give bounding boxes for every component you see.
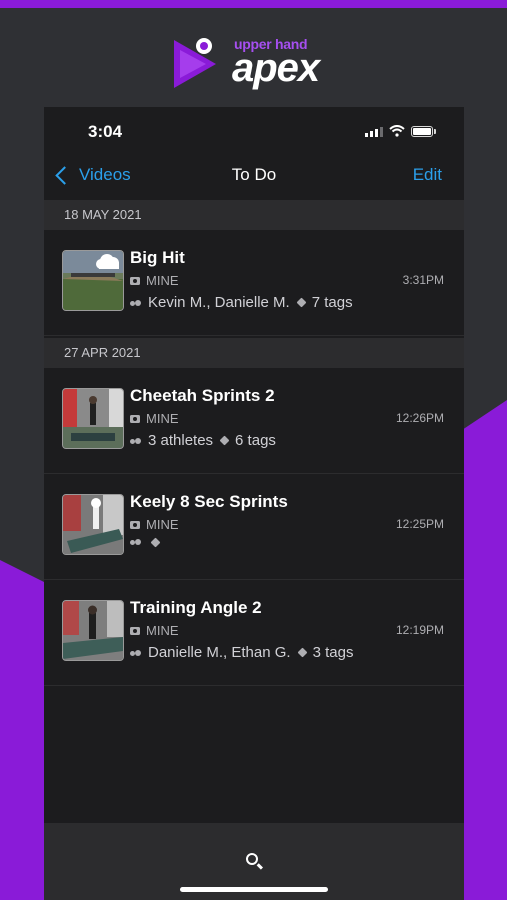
video-time: 3:31PM	[402, 273, 444, 287]
video-title: Training Angle 2	[130, 598, 262, 617]
athletes-icon	[130, 299, 142, 307]
video-meta: 3 athletes 6 tags	[130, 432, 276, 449]
section-header: 27 APR 2021	[44, 338, 464, 368]
camera-icon	[130, 520, 140, 529]
video-thumbnail	[62, 250, 124, 311]
owner-text: MINE	[146, 623, 179, 638]
tag-icon	[150, 537, 161, 547]
video-thumbnail	[62, 600, 124, 661]
edit-button[interactable]: Edit	[413, 165, 442, 185]
status-icons	[365, 125, 436, 137]
camera-icon	[130, 414, 140, 423]
athletes-text: Danielle M., Ethan G.	[148, 644, 291, 661]
video-thumbnail	[62, 494, 124, 555]
list-item[interactable]: Big Hit MINE Kevin M., Danielle M. 7 tag…	[44, 230, 464, 336]
athletes-icon	[130, 437, 142, 445]
phone-screen: 3:04 Videos To Do Edit 18 MAY 2021 Big H…	[44, 107, 464, 900]
signal-icon	[365, 126, 383, 137]
section-header: 18 MAY 2021	[44, 200, 464, 230]
video-meta: Danielle M., Ethan G. 3 tags	[130, 644, 353, 661]
list-item[interactable]: Cheetah Sprints 2 MINE 3 athletes 6 tags…	[44, 368, 464, 474]
battery-icon	[411, 125, 433, 137]
page-title: To Do	[231, 165, 277, 184]
list-item[interactable]: Keely 8 Sec Sprints MINE 12:25PM	[44, 474, 464, 580]
athletes-icon	[130, 649, 142, 657]
owner-label: MINE	[130, 517, 179, 532]
video-time: 12:26PM	[395, 411, 444, 425]
tags-text: 6 tags	[235, 432, 276, 449]
tag-icon	[296, 297, 307, 308]
owner-text: MINE	[146, 411, 179, 426]
video-title: Big Hit	[130, 248, 185, 267]
navigation-bar: Videos To Do Edit	[44, 153, 464, 197]
video-title: Cheetah Sprints 2	[130, 386, 275, 405]
athletes-text: Kevin M., Danielle M.	[148, 294, 290, 311]
athletes-text: 3 athletes	[148, 432, 214, 449]
owner-text: MINE	[146, 517, 179, 532]
status-time: 3:04	[88, 122, 123, 141]
owner-text: MINE	[146, 273, 179, 288]
battery-tip	[434, 128, 436, 134]
owner-label: MINE	[130, 623, 179, 638]
video-meta	[130, 537, 166, 547]
top-brand-band	[0, 0, 507, 8]
brand-logo: upper hand apex	[168, 30, 348, 100]
camera-icon	[130, 276, 140, 285]
athletes-icon	[130, 538, 142, 546]
play-logo-icon	[174, 38, 216, 88]
video-time: 12:25PM	[395, 517, 444, 531]
camera-icon	[130, 626, 140, 635]
video-title: Keely 8 Sec Sprints	[130, 492, 288, 511]
list-item[interactable]: Training Angle 2 MINE Danielle M., Ethan…	[44, 580, 464, 686]
tags-text: 3 tags	[312, 644, 354, 661]
home-indicator[interactable]	[180, 887, 328, 892]
video-time: 12:19PM	[395, 623, 444, 637]
video-meta: Kevin M., Danielle M. 7 tags	[130, 294, 353, 311]
tag-icon	[219, 435, 230, 446]
video-thumbnail	[62, 388, 124, 449]
tag-icon	[297, 647, 308, 658]
owner-label: MINE	[130, 273, 179, 288]
search-icon[interactable]	[246, 853, 258, 865]
tags-text: 7 tags	[311, 294, 353, 311]
status-bar: 3:04	[44, 107, 464, 153]
owner-label: MINE	[130, 411, 179, 426]
wifi-icon	[389, 125, 405, 137]
brand-name: apex	[232, 46, 320, 90]
